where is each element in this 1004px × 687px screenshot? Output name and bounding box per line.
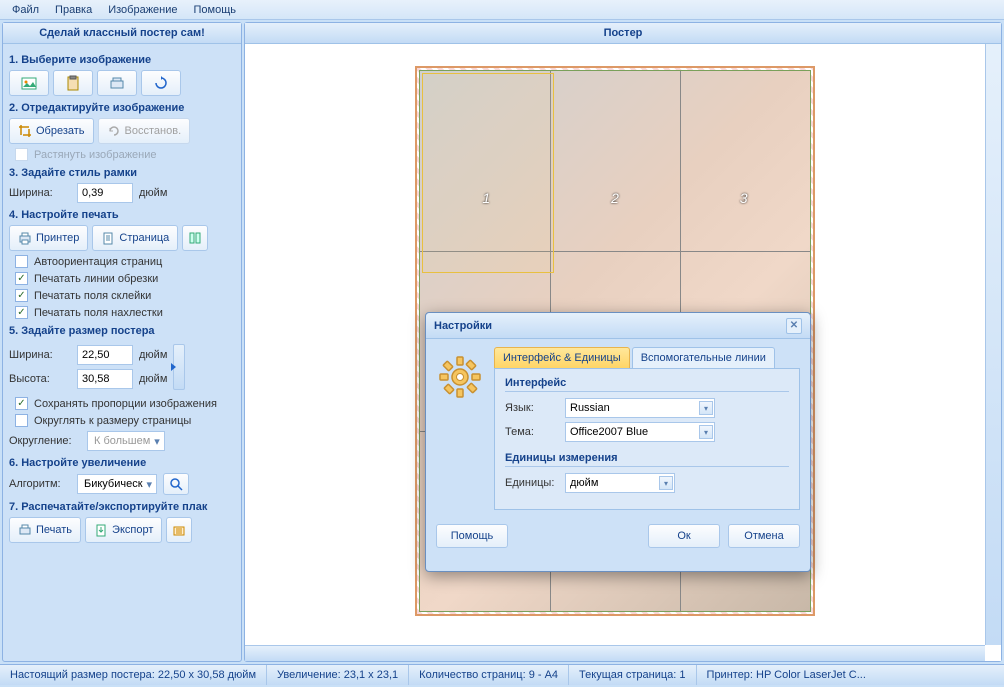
gear-icon <box>436 353 484 401</box>
page-settings-button[interactable] <box>182 225 208 251</box>
preview-zoom-button[interactable] <box>163 473 189 495</box>
print-cut-label: Печатать линии обрезки <box>34 273 158 285</box>
status-size: Настоящий размер постера: 22,50 x 30,58 … <box>0 665 267 685</box>
menu-edit[interactable]: Правка <box>47 2 100 18</box>
algo-label: Алгоритм: <box>9 478 71 490</box>
tab-interface[interactable]: Интерфейс & Единицы <box>494 347 630 368</box>
settings-dialog: Настройки ✕ Интерфейс & Единицы Вспомога… <box>425 312 811 572</box>
dialog-title: Настройки <box>434 320 492 332</box>
auto-orient-label: Автоориентация страниц <box>34 256 162 268</box>
status-pages: Количество страниц: 9 - A4 <box>409 665 569 685</box>
auto-orient-checkbox[interactable] <box>15 255 28 268</box>
print-glue-label: Печатать поля склейки <box>34 290 151 302</box>
sidebar-header[interactable]: Сделай классный постер сам! <box>3 23 241 44</box>
poster-height-label: Высота: <box>9 373 71 385</box>
units-label: Единицы: <box>505 477 565 489</box>
print-cut-checkbox[interactable]: ✓ <box>15 272 28 285</box>
selection-box[interactable] <box>422 73 554 273</box>
print-overlap-checkbox[interactable]: ✓ <box>15 306 28 319</box>
poster-height-input[interactable] <box>77 369 133 389</box>
theme-combo[interactable]: Office2007 Blue▾ <box>565 422 715 442</box>
dialog-cancel-button[interactable]: Отмена <box>728 524 800 548</box>
dialog-title-bar[interactable]: Настройки ✕ <box>426 313 810 339</box>
step2-header: 2. Отредактируйте изображение <box>9 102 235 114</box>
print-overlap-label: Печатать поля нахлестки <box>34 307 163 319</box>
step3-header: 3. Задайте стиль рамки <box>9 167 235 179</box>
status-bar: Настоящий размер постера: 22,50 x 30,58 … <box>0 664 1004 685</box>
restore-button[interactable]: Восстанов. <box>98 118 191 144</box>
dialog-ok-button[interactable]: Ок <box>648 524 720 548</box>
border-width-label: Ширина: <box>9 187 71 199</box>
menu-file[interactable]: Файл <box>4 2 47 18</box>
stretch-checkbox-row: Растянуть изображение <box>15 148 235 161</box>
export-settings-button[interactable] <box>166 517 192 543</box>
print-glue-checkbox[interactable]: ✓ <box>15 289 28 302</box>
size-slider[interactable] <box>173 344 185 390</box>
poster-width-label: Ширина: <box>9 349 71 361</box>
step6-header: 6. Настройте увеличение <box>9 457 235 469</box>
round-label: Округлять к размеру страницы <box>34 415 191 427</box>
vertical-scrollbar[interactable] <box>985 44 1001 645</box>
language-label: Язык: <box>505 402 565 414</box>
theme-label: Тема: <box>505 426 565 438</box>
status-current: Текущая страница: 1 <box>569 665 696 685</box>
step5-header: 5. Задайте размер постера <box>9 325 235 337</box>
crop-button[interactable]: Обрезать <box>9 118 94 144</box>
export-button[interactable]: Экспорт <box>85 517 162 543</box>
printer-button[interactable]: Принтер <box>9 225 88 251</box>
step4-header: 4. Настройте печать <box>9 209 235 221</box>
units-combo[interactable]: дюйм▾ <box>565 473 675 493</box>
page-number-3: 3 <box>740 190 748 206</box>
dialog-close-button[interactable]: ✕ <box>786 318 802 334</box>
menu-bar: Файл Правка Изображение Помощь <box>0 0 1004 20</box>
tab-guides[interactable]: Вспомогательные линии <box>632 347 775 368</box>
page-number-2: 2 <box>611 190 619 206</box>
sidebar: Сделай классный постер сам! 1. Выберите … <box>2 22 242 662</box>
group-units: Единицы измерения <box>505 452 789 467</box>
border-width-input[interactable] <box>77 183 133 203</box>
horizontal-scrollbar[interactable] <box>245 645 985 661</box>
rounding-label: Округление: <box>9 435 81 447</box>
scan-button[interactable] <box>97 70 137 96</box>
main-header: Постер <box>245 23 1001 44</box>
menu-help[interactable]: Помощь <box>186 2 245 18</box>
status-printer: Принтер: HP Color LaserJet C... <box>697 665 1004 685</box>
menu-image[interactable]: Изображение <box>100 2 185 18</box>
rotate-button[interactable] <box>141 70 181 96</box>
print-button[interactable]: Печать <box>9 517 81 543</box>
stretch-checkbox[interactable] <box>15 148 28 161</box>
page-number-1: 1 <box>482 190 490 206</box>
round-checkbox[interactable] <box>15 414 28 427</box>
paste-button[interactable] <box>53 70 93 96</box>
language-combo[interactable]: Russian▾ <box>565 398 715 418</box>
poster-width-input[interactable] <box>77 345 133 365</box>
keep-ratio-checkbox[interactable]: ✓ <box>15 397 28 410</box>
algo-select[interactable]: Бикубическ▾ <box>77 474 157 494</box>
step7-header: 7. Распечатайте/экспортируйте плак <box>9 501 235 513</box>
rounding-select[interactable]: К большем▾ <box>87 431 165 451</box>
step1-header: 1. Выберите изображение <box>9 54 235 66</box>
group-interface: Интерфейс <box>505 377 789 392</box>
open-image-button[interactable] <box>9 70 49 96</box>
page-button[interactable]: Страница <box>92 225 178 251</box>
keep-ratio-label: Сохранять пропорции изображения <box>34 398 217 410</box>
status-zoom: Увеличение: 23,1 x 23,1 <box>267 665 409 685</box>
dialog-help-button[interactable]: Помощь <box>436 524 508 548</box>
border-width-unit: дюйм <box>139 187 167 199</box>
